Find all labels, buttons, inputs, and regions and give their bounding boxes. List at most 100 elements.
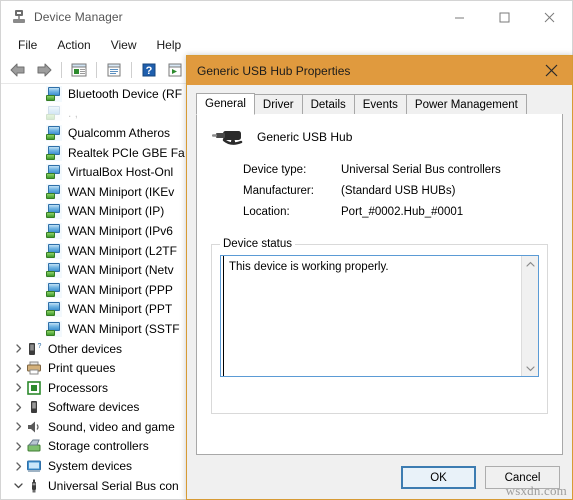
device-type-row: Device type: Universal Serial Bus contro… xyxy=(243,164,562,176)
tree-item-label: Bluetooth Device (RF xyxy=(68,86,183,101)
device-manager-icon xyxy=(11,9,27,25)
watermark: wsxdn.com xyxy=(505,483,567,498)
chevron-right-icon[interactable] xyxy=(10,417,26,437)
menu-help[interactable]: Help xyxy=(148,36,191,54)
network-adapter-icon xyxy=(46,183,62,200)
window-title: Device Manager xyxy=(34,10,123,24)
menubar: File Action View Help xyxy=(1,33,572,57)
toolbar-separator xyxy=(61,62,62,78)
printer-icon xyxy=(26,360,42,376)
svg-text:?: ? xyxy=(146,65,153,77)
maximize-button[interactable] xyxy=(482,1,527,33)
chevron-right-icon[interactable] xyxy=(10,456,26,476)
close-button[interactable] xyxy=(527,1,572,33)
device-header: Generic USB Hub xyxy=(197,114,562,150)
toolbar-separator xyxy=(96,62,97,78)
unknown-device-icon: ? xyxy=(26,341,42,357)
manufacturer-label: Manufacturer: xyxy=(243,185,314,197)
usb-icon xyxy=(46,497,62,498)
tree-item-label: WAN Miniport (IP) xyxy=(68,204,165,219)
dialog-close-icon[interactable] xyxy=(530,56,572,85)
chevron-right-icon[interactable] xyxy=(10,378,26,398)
device-type-label: Device type: xyxy=(243,164,307,176)
chevron-right-icon[interactable] xyxy=(10,339,26,359)
tree-item-label: WAN Miniport (SSTF xyxy=(68,321,180,336)
dialog-titlebar: Generic USB Hub Properties xyxy=(187,56,572,85)
manufacturer-row: Manufacturer: (Standard USB HUBs) xyxy=(243,185,562,197)
network-adapter-icon xyxy=(46,281,62,298)
tree-item-label: Other devices xyxy=(48,341,123,356)
tree-item-label: WAN Miniport (PPT xyxy=(68,302,173,317)
ok-button[interactable]: OK xyxy=(401,466,476,489)
scroll-down-icon[interactable] xyxy=(525,360,535,376)
network-adapter-icon xyxy=(46,85,62,102)
network-adapter-icon xyxy=(46,124,62,141)
chevron-down-icon[interactable] xyxy=(10,476,26,496)
network-adapter-icon xyxy=(46,203,62,220)
minimize-button[interactable] xyxy=(437,1,482,33)
location-row: Location: Port_#0002.Hub_#0001 xyxy=(243,206,562,218)
storage-controller-icon xyxy=(26,438,42,454)
tree-item-label: Universal Serial Bus con xyxy=(48,478,179,493)
tree-item-label: WAN Miniport (PPP xyxy=(68,282,173,297)
software-device-icon xyxy=(26,399,42,415)
scroll-up-icon[interactable] xyxy=(525,256,535,272)
menu-action[interactable]: Action xyxy=(48,36,99,54)
device-status-textbox[interactable]: This device is working properly. xyxy=(220,255,539,377)
dialog-body: General Driver Details Events Power Mana… xyxy=(187,85,572,499)
generic-usb-hub-properties-dialog: Generic USB Hub Properties General Drive… xyxy=(186,55,573,500)
tab-events[interactable]: Events xyxy=(353,94,407,115)
speaker-icon xyxy=(26,419,42,435)
tree-item-label: Software devices xyxy=(48,400,140,415)
network-adapter-icon xyxy=(46,262,62,279)
tree-item-label: WAN Miniport (Netv xyxy=(68,263,174,278)
tree-item-label: WAN Miniport (IPv6 xyxy=(68,223,173,238)
device-status-scrollbar[interactable] xyxy=(521,256,538,376)
tree-item-label: Storage controllers xyxy=(48,439,149,454)
dialog-tabstrip: General Driver Details Events Power Mana… xyxy=(196,93,563,115)
device-status-text: This device is working properly. xyxy=(223,256,521,376)
chevron-right-icon[interactable] xyxy=(10,358,26,378)
show-hidden-button[interactable] xyxy=(102,59,126,81)
chevron-right-icon[interactable] xyxy=(10,398,26,418)
device-status-label: Device status xyxy=(220,238,296,250)
update-driver-button[interactable] xyxy=(163,59,187,81)
tree-item-label: Realtek PCIe GBE Fa xyxy=(68,145,185,160)
chevron-right-icon[interactable] xyxy=(10,437,26,457)
network-adapter-icon xyxy=(46,222,62,239)
help-button[interactable]: ? xyxy=(137,59,161,81)
tree-item-label: Qualcomm Atheros xyxy=(68,125,171,140)
tab-details[interactable]: Details xyxy=(301,94,355,115)
back-button[interactable] xyxy=(6,59,30,81)
location-value: Port_#0002.Hub_#0001 xyxy=(341,206,464,218)
processor-icon xyxy=(26,380,42,396)
network-adapter-icon xyxy=(46,301,62,318)
menu-file[interactable]: File xyxy=(9,36,46,54)
svg-text:?: ? xyxy=(38,343,42,350)
dialog-title: Generic USB Hub Properties xyxy=(197,63,351,78)
device-status-group: Device status This device is working pro… xyxy=(211,238,548,414)
menu-view[interactable]: View xyxy=(102,36,146,54)
network-adapter-icon xyxy=(46,144,62,161)
network-adapter-icon xyxy=(46,242,62,259)
tree-item-label: VirtualBox Host-Onl xyxy=(68,165,174,180)
location-label: Location: xyxy=(243,206,290,218)
system-device-icon xyxy=(26,458,42,474)
tree-item-label: WAN Miniport (IKEv xyxy=(68,184,175,199)
device-type-value: Universal Serial Bus controllers xyxy=(341,164,501,176)
tab-power-management[interactable]: Power Management xyxy=(405,94,527,115)
tree-item-label: Sound, video and game xyxy=(48,419,175,434)
usb-icon xyxy=(26,478,42,494)
tree-item-label: . , xyxy=(68,106,79,121)
tree-item-label: WAN Miniport (L2TF xyxy=(68,243,177,258)
network-adapter-icon xyxy=(46,320,62,337)
forward-button[interactable] xyxy=(32,59,56,81)
tab-driver[interactable]: Driver xyxy=(253,94,303,115)
window-controls xyxy=(437,1,572,33)
network-adapter-icon xyxy=(46,105,62,122)
tree-item-label: Processors xyxy=(48,380,109,395)
device-properties: Device type: Universal Serial Bus contro… xyxy=(243,164,562,218)
properties-button[interactable] xyxy=(67,59,91,81)
tab-general[interactable]: General xyxy=(196,93,255,115)
tree-item-label: Print queues xyxy=(48,361,116,376)
